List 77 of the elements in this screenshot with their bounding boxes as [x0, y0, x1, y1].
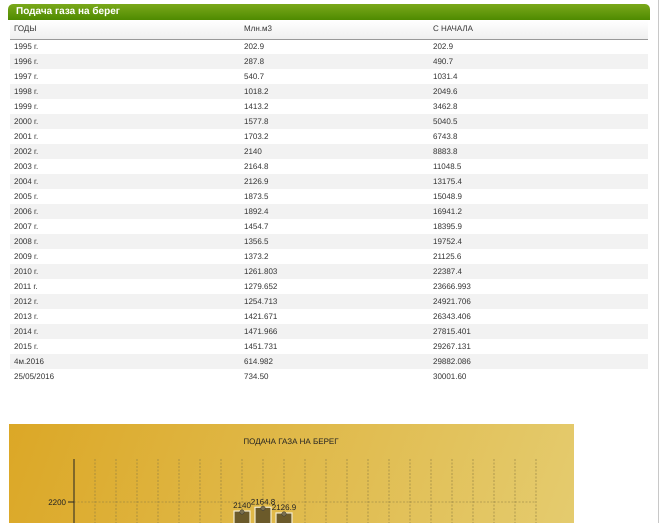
- table-cell: 287.8: [240, 54, 429, 69]
- table-cell: 202.9: [429, 39, 648, 54]
- table-cell: 2126.9: [240, 174, 429, 189]
- table-cell: 1577.8: [240, 114, 429, 129]
- table-cell: 15048.9: [429, 189, 648, 204]
- table-cell: 19752.4: [429, 234, 648, 249]
- table-cell: 2013 г.: [10, 309, 240, 324]
- table-cell: 2014 г.: [10, 324, 240, 339]
- table-cell: 26343.406: [429, 309, 648, 324]
- table-cell: 16941.2: [429, 204, 648, 219]
- data-label: 2140: [233, 501, 251, 510]
- table-cell: 2015 г.: [10, 339, 240, 354]
- table-cell: 202.9: [240, 39, 429, 54]
- table-cell: 1999 г.: [10, 99, 240, 114]
- table-cell: 29267.131: [429, 339, 648, 354]
- table-cell: 1279.652: [240, 279, 429, 294]
- table-cell: 21125.6: [429, 249, 648, 264]
- table-cell: 11048.5: [429, 159, 648, 174]
- table-cell: 1892.4: [240, 204, 429, 219]
- axis-label: 2200: [48, 498, 66, 507]
- table-cell: 2001 г.: [10, 129, 240, 144]
- table-cell: 18395.9: [429, 219, 648, 234]
- bar: [233, 510, 251, 523]
- table-cell: 2006 г.: [10, 204, 240, 219]
- table-cell: 13175.4: [429, 174, 648, 189]
- table-cell: 2008 г.: [10, 234, 240, 249]
- table-cell: 22387.4: [429, 264, 648, 279]
- table-cell: 25/05/2016: [10, 369, 240, 384]
- table-cell: 614.982: [240, 354, 429, 369]
- table-cell: 1413.2: [240, 99, 429, 114]
- table-cell: 27815.401: [429, 324, 648, 339]
- table-cell: 2004 г.: [10, 174, 240, 189]
- table-cell: 1031.4: [429, 69, 648, 84]
- table-cell: 1996 г.: [10, 54, 240, 69]
- data-label: 2164.8: [250, 497, 276, 506]
- table-cell: 1997 г.: [10, 69, 240, 84]
- table-cell: 24921.706: [429, 294, 648, 309]
- table-cell: 1254.713: [240, 294, 429, 309]
- table-cell: 6743.8: [429, 129, 648, 144]
- table-cell: 1873.5: [240, 189, 429, 204]
- table-cell: 30001.60: [429, 369, 648, 384]
- table-cell: 1451.731: [240, 339, 429, 354]
- table-cell: 1421.671: [240, 309, 429, 324]
- table-cell: 1454.7: [240, 219, 429, 234]
- table-cell: 2049.6: [429, 84, 648, 99]
- panel-title: Подача газа на берег: [8, 4, 650, 20]
- table-cell: 1018.2: [240, 84, 429, 99]
- table-cell: 1261.803: [240, 264, 429, 279]
- table-cell: 2007 г.: [10, 219, 240, 234]
- bar: [254, 506, 272, 523]
- table-cell: 1995 г.: [10, 39, 240, 54]
- table-cell: 2003 г.: [10, 159, 240, 174]
- table-cell: 1998 г.: [10, 84, 240, 99]
- table-cell: 3462.8: [429, 99, 648, 114]
- table-cell: 2009 г.: [10, 249, 240, 264]
- table-cell: 490.7: [429, 54, 648, 69]
- table-cell: 2002 г.: [10, 144, 240, 159]
- table-cell: 8883.8: [429, 144, 648, 159]
- table-cell: 4м.2016: [10, 354, 240, 369]
- table-cell: 2164.8: [240, 159, 429, 174]
- table-cell: 1471.966: [240, 324, 429, 339]
- chart-title: ПОДАЧА ГАЗА НА БЕРЕГ: [243, 437, 339, 446]
- table-cell: 540.7: [240, 69, 429, 84]
- table-cell: 5040.5: [429, 114, 648, 129]
- table-cell: 1703.2: [240, 129, 429, 144]
- table-cell: 2140: [240, 144, 429, 159]
- table-cell: 2011 г.: [10, 279, 240, 294]
- table-cell: 1356.5: [240, 234, 429, 249]
- table-cell: 1373.2: [240, 249, 429, 264]
- table-cell: 2012 г.: [10, 294, 240, 309]
- table-cell: 2005 г.: [10, 189, 240, 204]
- bar: [275, 512, 293, 523]
- table-cell: 2010 г.: [10, 264, 240, 279]
- table-cell: 29882.086: [429, 354, 648, 369]
- table-cell: 23666.993: [429, 279, 648, 294]
- table-cell: 734.50: [240, 369, 429, 384]
- table-cell: 2000 г.: [10, 114, 240, 129]
